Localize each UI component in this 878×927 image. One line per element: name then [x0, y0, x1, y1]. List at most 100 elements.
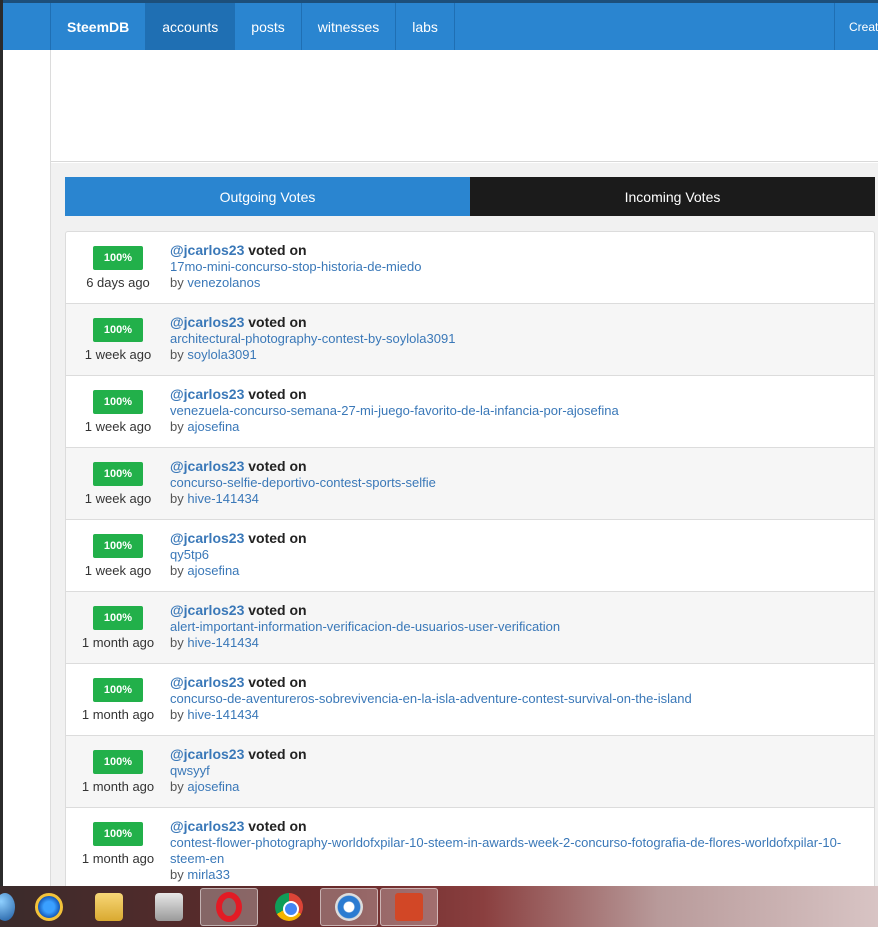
- opera-icon: [216, 891, 242, 922]
- vote-time: 1 month ago: [81, 707, 155, 722]
- post-permlink-link[interactable]: venezuela-concurso-semana-27-mi-juego-fa…: [170, 403, 844, 419]
- vote-row: 100% 1 week ago @jcarlos23 voted on archite…: [66, 304, 874, 376]
- vote-row: 100% 1 month ago @jcarlos23 voted on concur…: [66, 664, 874, 736]
- author-link[interactable]: venezolanos: [187, 275, 260, 290]
- vote-headline: @jcarlos23 voted on: [170, 458, 844, 474]
- post-permlink-link[interactable]: 17mo-mini-concurso-stop-historia-de-mied…: [170, 259, 844, 275]
- author-link[interactable]: ajosefina: [187, 419, 239, 434]
- nav-create-link[interactable]: Creat: [834, 3, 878, 50]
- voter-link[interactable]: @jcarlos23: [170, 674, 244, 690]
- nav-posts[interactable]: posts: [235, 3, 302, 50]
- powerpoint-icon: [395, 892, 423, 921]
- vote-weight-badge: 100%: [93, 534, 143, 558]
- tab-outgoing-votes[interactable]: Outgoing Votes: [65, 177, 470, 216]
- post-permlink-link[interactable]: qwsyyf: [170, 763, 844, 779]
- vote-details: @jcarlos23 voted on concurso-de-aventurer…: [170, 664, 874, 735]
- taskbar-media[interactable]: [140, 888, 198, 926]
- post-author-line: by mirla33: [170, 867, 844, 883]
- nav-accounts[interactable]: accounts: [146, 3, 236, 50]
- vote-weight-badge: 100%: [93, 246, 143, 270]
- vote-meta: 100% 1 month ago: [66, 664, 170, 735]
- vote-headline: @jcarlos23 voted on: [170, 386, 844, 402]
- vote-meta: 100% 1 month ago: [66, 736, 170, 807]
- post-author-line: by ajosefina: [170, 779, 844, 795]
- post-permlink-link[interactable]: concurso-selfie-deportivo-contest-sports…: [170, 475, 844, 491]
- vote-details: @jcarlos23 voted on alert-important-infor…: [170, 592, 874, 663]
- brand-link[interactable]: SteemDB: [51, 3, 147, 50]
- author-link[interactable]: soylola3091: [187, 347, 256, 362]
- voter-link[interactable]: @jcarlos23: [170, 458, 244, 474]
- taskbar-powerpoint[interactable]: [380, 887, 438, 926]
- vote-weight-badge: 100%: [93, 318, 143, 342]
- author-link[interactable]: ajosefina: [187, 563, 239, 578]
- vote-time: 1 week ago: [84, 491, 152, 506]
- vote-action: voted on: [248, 386, 307, 402]
- vote-tabs: Outgoing Votes Incoming Votes: [65, 177, 875, 216]
- taskbar-chrome[interactable]: [260, 888, 318, 926]
- vote-action: voted on: [248, 602, 307, 618]
- nav-labs[interactable]: labs: [396, 3, 455, 50]
- post-permlink-link[interactable]: qy5tp6: [170, 547, 844, 563]
- vote-details: @jcarlos23 voted on contest-flower-photog…: [170, 808, 874, 892]
- vote-weight-badge: 100%: [93, 390, 143, 414]
- vote-meta: 100% 1 week ago: [66, 304, 170, 375]
- post-permlink-link[interactable]: concurso-de-aventureros-sobrevivencia-en…: [170, 691, 844, 707]
- vote-meta: 100% 6 days ago: [66, 232, 170, 303]
- vote-details: @jcarlos23 voted on venezuela-concurso-se…: [170, 376, 874, 447]
- taskbar-explorer[interactable]: [80, 888, 138, 926]
- post-permlink-link[interactable]: alert-important-information-verificacion…: [170, 619, 844, 635]
- window-left-border: [0, 0, 3, 886]
- taskbar-network[interactable]: [320, 887, 378, 926]
- vote-action: voted on: [248, 458, 307, 474]
- vote-row: 100% 1 month ago @jcarlos23 voted on qwsyyf…: [66, 736, 874, 808]
- vote-time: 1 month ago: [81, 779, 155, 794]
- top-navbar: SteemDB accounts posts witnesses labs Cr…: [3, 3, 878, 50]
- start-button[interactable]: [0, 888, 18, 926]
- author-link[interactable]: mirla33: [187, 867, 230, 882]
- tab-incoming-votes[interactable]: Incoming Votes: [470, 177, 875, 216]
- vote-row: 100% 1 month ago @jcarlos23 voted on alert-…: [66, 592, 874, 664]
- windows-taskbar: [0, 886, 878, 927]
- voter-link[interactable]: @jcarlos23: [170, 818, 244, 834]
- nav-witnesses[interactable]: witnesses: [302, 3, 397, 50]
- author-link[interactable]: hive-141434: [187, 491, 259, 506]
- by-label: by: [170, 867, 184, 882]
- voter-link[interactable]: @jcarlos23: [170, 242, 244, 258]
- internet-explorer-icon: [35, 892, 63, 921]
- chrome-icon: [275, 892, 303, 921]
- start-orb-icon: [0, 892, 15, 921]
- post-permlink-link[interactable]: contest-flower-photography-worldofxpilar…: [170, 835, 844, 867]
- vote-row: 100% 1 week ago @jcarlos23 voted on qy5tp6 b…: [66, 520, 874, 592]
- voter-link[interactable]: @jcarlos23: [170, 602, 244, 618]
- vote-details: @jcarlos23 voted on 17mo-mini-concurso-st…: [170, 232, 874, 303]
- votes-content: Outgoing Votes Incoming Votes 100% 6 days…: [51, 163, 878, 893]
- vote-meta: 100% 1 week ago: [66, 520, 170, 591]
- post-author-line: by ajosefina: [170, 419, 844, 435]
- taskbar-opera[interactable]: [200, 887, 258, 926]
- nav-spacer: [3, 3, 51, 50]
- author-link[interactable]: hive-141434: [187, 635, 259, 650]
- post-permlink-link[interactable]: architectural-photography-contest-by-soy…: [170, 331, 844, 347]
- voter-link[interactable]: @jcarlos23: [170, 386, 244, 402]
- author-link[interactable]: ajosefina: [187, 779, 239, 794]
- vote-action: voted on: [248, 530, 307, 546]
- vote-row: 100% 6 days ago @jcarlos23 voted on 17mo-mi…: [66, 232, 874, 304]
- vote-headline: @jcarlos23 voted on: [170, 242, 844, 258]
- vote-details: @jcarlos23 voted on qy5tp6 by ajosefina: [170, 520, 874, 591]
- voter-link[interactable]: @jcarlos23: [170, 530, 244, 546]
- by-label: by: [170, 779, 184, 794]
- author-link[interactable]: hive-141434: [187, 707, 259, 722]
- voter-link[interactable]: @jcarlos23: [170, 314, 244, 330]
- vote-row: 100% 1 month ago @jcarlos23 voted on contes…: [66, 808, 874, 892]
- vote-time: 1 week ago: [84, 563, 152, 578]
- vote-weight-badge: 100%: [93, 822, 143, 846]
- vote-headline: @jcarlos23 voted on: [170, 314, 844, 330]
- voter-link[interactable]: @jcarlos23: [170, 746, 244, 762]
- vote-time: 1 month ago: [81, 635, 155, 650]
- taskbar-ie[interactable]: [20, 888, 78, 926]
- vote-action: voted on: [248, 746, 307, 762]
- post-author-line: by hive-141434: [170, 707, 844, 723]
- post-author-line: by ajosefina: [170, 563, 844, 579]
- post-author-line: by venezolanos: [170, 275, 844, 291]
- vote-headline: @jcarlos23 voted on: [170, 674, 844, 690]
